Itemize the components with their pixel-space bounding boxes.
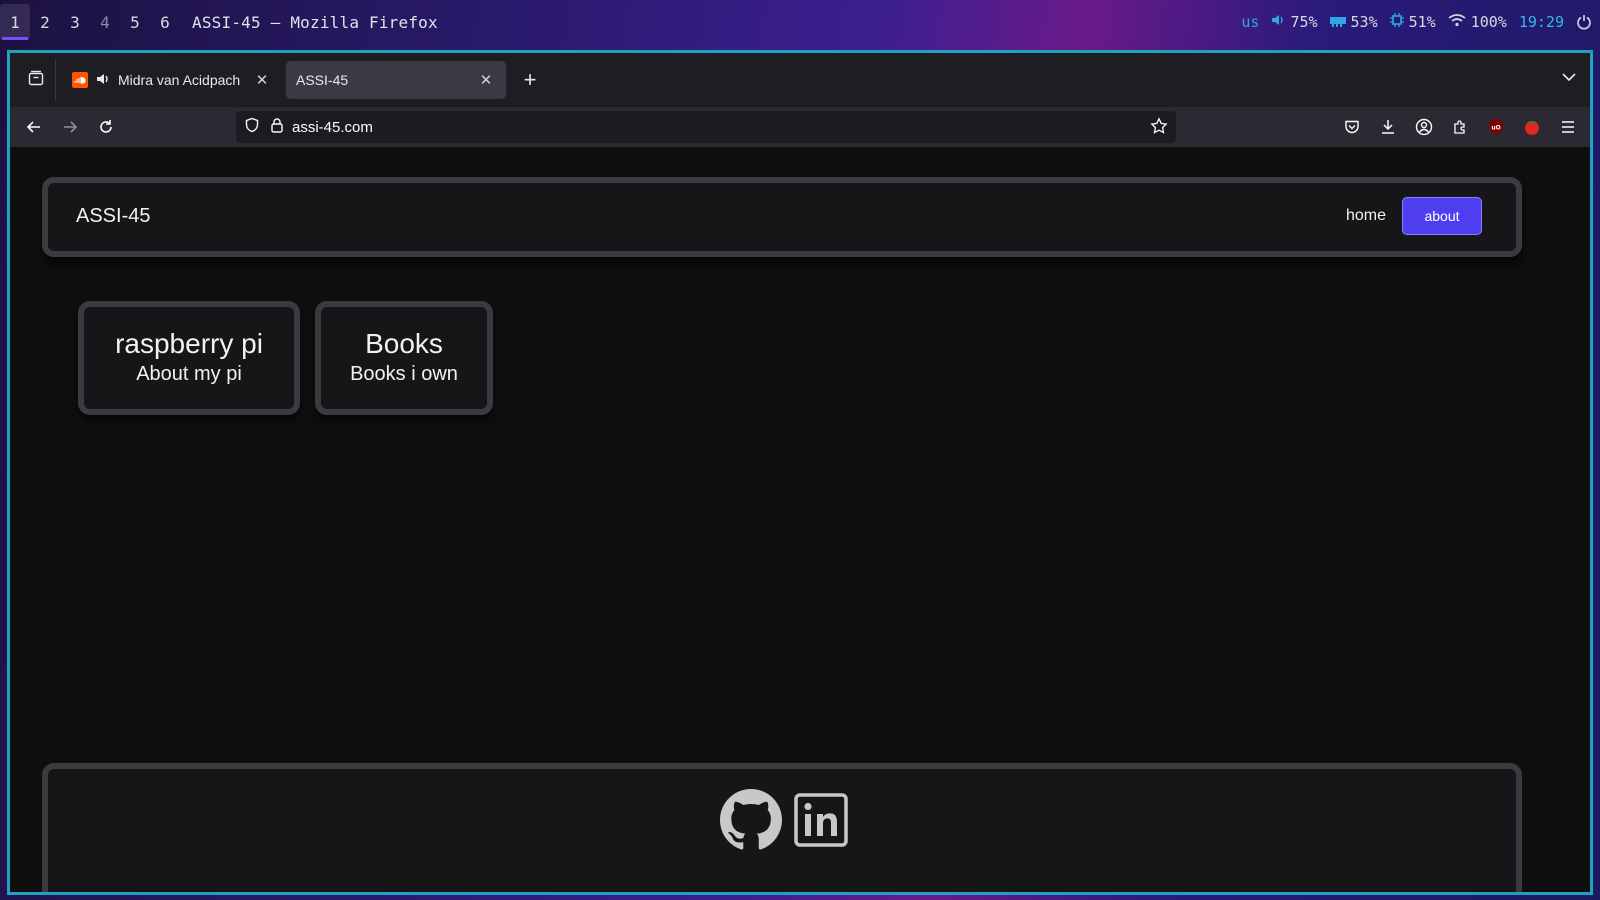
tab-label: Midra van Acidpach	[118, 72, 241, 88]
tab-midra[interactable]: Midra van Acidpach ✕	[62, 61, 282, 99]
workspace-label: 2	[40, 12, 50, 32]
url-bar[interactable]: assi-45.com	[236, 111, 1176, 143]
workspace-4[interactable]: 4	[90, 4, 120, 40]
card-subtitle: Books i own	[350, 363, 458, 385]
reload-button[interactable]	[90, 111, 122, 143]
reload-icon	[100, 120, 112, 133]
extensions-icon[interactable]	[1448, 115, 1472, 139]
pocket-icon[interactable]	[1340, 115, 1364, 139]
lock-icon[interactable]	[270, 117, 284, 138]
workspace-6[interactable]: 6	[150, 4, 180, 40]
arrow-right-icon	[64, 121, 78, 133]
browser-window: Midra van Acidpach ✕ ASSI-45 ✕ + assi-45…	[7, 50, 1593, 895]
volume-value: 75%	[1290, 13, 1318, 31]
site-footer	[42, 763, 1522, 892]
tab-label: ASSI-45	[296, 72, 349, 88]
system-tray: us 75% 53% 51% 100% 19:29	[1241, 0, 1592, 44]
account-icon[interactable]	[1412, 115, 1436, 139]
close-tab-icon[interactable]: ✕	[476, 71, 496, 89]
speaker-icon	[1271, 13, 1285, 31]
soundcloud-icon	[72, 72, 88, 88]
url-text[interactable]: assi-45.com	[292, 119, 373, 136]
site-logo[interactable]: ASSI-45	[76, 205, 150, 228]
window-title: ASSI-45 — Mozilla Firefox	[192, 12, 438, 32]
workspace-label: 3	[70, 12, 80, 32]
card-title: Books	[365, 328, 443, 359]
wifi-indicator[interactable]: 100%	[1448, 13, 1507, 31]
workspace-5[interactable]: 5	[120, 4, 150, 40]
power-icon[interactable]	[1576, 14, 1592, 30]
tab-bar: Midra van Acidpach ✕ ASSI-45 ✕ +	[10, 53, 1590, 107]
keyboard-layout[interactable]: us	[1241, 13, 1259, 31]
card-title: raspberry pi	[115, 328, 263, 359]
arrow-left-icon	[26, 121, 40, 133]
tomato-extension-icon[interactable]	[1520, 115, 1544, 139]
memory-icon	[1329, 13, 1346, 31]
workspace-1[interactable]: 1	[0, 4, 30, 40]
workspace-2[interactable]: 2	[30, 4, 60, 40]
clock: 19:29	[1518, 13, 1564, 31]
nav-home-link[interactable]: home	[1346, 207, 1386, 225]
cpu-indicator: 51%	[1389, 13, 1436, 31]
wifi-value: 100%	[1470, 13, 1507, 31]
site-nav: home about	[1346, 197, 1482, 235]
back-button[interactable]	[18, 111, 50, 143]
page-content: ASSI-45 home about raspberry pi About my…	[10, 147, 1590, 892]
linkedin-icon[interactable]	[794, 793, 848, 852]
nav-about-button[interactable]: about	[1402, 197, 1482, 235]
workspace-label: 1	[10, 12, 20, 32]
audio-playing-icon[interactable]	[96, 72, 110, 89]
close-tab-icon[interactable]: ✕	[252, 71, 272, 89]
memory-value: 53%	[1350, 13, 1378, 31]
workspace-3[interactable]: 3	[60, 4, 90, 40]
hamburger-menu-icon[interactable]	[1556, 115, 1580, 139]
navigation-toolbar: assi-45.com uO	[10, 107, 1590, 147]
svg-text:uO: uO	[1491, 125, 1500, 132]
system-bar: 1 2 3 4 5 6 ASSI-45 — Mozilla Firefox us…	[0, 0, 1600, 44]
github-icon[interactable]	[720, 789, 782, 856]
list-all-tabs-icon[interactable]	[1562, 69, 1576, 87]
new-tab-button[interactable]: +	[516, 67, 544, 93]
site-header: ASSI-45 home about	[42, 177, 1522, 257]
firefox-view-icon	[28, 70, 44, 91]
workspace-label: 5	[130, 12, 140, 32]
social-links	[720, 789, 848, 856]
downloads-icon[interactable]	[1376, 115, 1400, 139]
memory-indicator: 53%	[1329, 13, 1378, 31]
bookmark-star-icon[interactable]	[1150, 117, 1168, 140]
card-books[interactable]: Books Books i own	[315, 301, 493, 415]
workspace-label: 4	[100, 12, 110, 32]
workspace-label: 6	[160, 12, 170, 32]
cpu-icon	[1389, 13, 1404, 31]
toolbar-right: uO	[1340, 107, 1580, 147]
firefox-view-button[interactable]	[16, 60, 56, 100]
card-subtitle: About my pi	[136, 363, 242, 385]
cpu-value: 51%	[1408, 13, 1436, 31]
wifi-icon	[1448, 13, 1466, 31]
forward-button[interactable]	[54, 111, 86, 143]
ublock-origin-icon[interactable]: uO	[1484, 115, 1508, 139]
tracking-protection-shield-icon[interactable]	[244, 117, 260, 138]
card-raspberry-pi[interactable]: raspberry pi About my pi	[78, 301, 300, 415]
tab-assi-45[interactable]: ASSI-45 ✕	[286, 61, 506, 99]
volume-indicator[interactable]: 75%	[1271, 13, 1318, 31]
